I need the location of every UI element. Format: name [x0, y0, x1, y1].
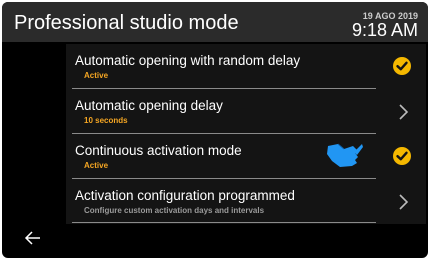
- top-bar: Professional studio mode 19 AGO 2019 9:1…: [2, 2, 428, 42]
- clock: 9:18 AM: [351, 20, 418, 40]
- page-title: Professional studio mode: [14, 12, 239, 34]
- setting-activation-config[interactable]: Activation configuration programmed Conf…: [66, 179, 426, 223]
- setting-label: Continuous activation mode: [75, 143, 242, 158]
- setting-status: Active: [84, 71, 109, 80]
- chevron-right-icon[interactable]: [396, 193, 410, 211]
- setting-description: Configure custom activation days and int…: [84, 206, 265, 215]
- setting-label: Automatic opening with random delay: [75, 53, 301, 68]
- setting-label: Activation configuration programmed: [75, 188, 295, 203]
- settings-list: Automatic opening with random delay Acti…: [66, 44, 426, 224]
- setting-random-delay[interactable]: Automatic opening with random delay Acti…: [66, 44, 426, 88]
- check-icon[interactable]: [393, 147, 411, 165]
- setting-opening-delay[interactable]: Automatic opening delay 10 seconds: [66, 89, 426, 133]
- setting-label: Automatic opening delay: [75, 98, 223, 113]
- arrow-left-icon[interactable]: [24, 230, 42, 246]
- setting-value: 10 seconds: [84, 116, 128, 125]
- chevron-right-icon[interactable]: [396, 103, 410, 121]
- setting-status: Active: [84, 161, 109, 170]
- screen: Professional studio mode 19 AGO 2019 9:1…: [2, 2, 428, 258]
- pointing-hand-icon: [327, 143, 363, 167]
- check-icon[interactable]: [393, 57, 411, 75]
- setting-continuous-mode[interactable]: Continuous activation mode Active: [66, 134, 426, 178]
- divider: [72, 222, 376, 223]
